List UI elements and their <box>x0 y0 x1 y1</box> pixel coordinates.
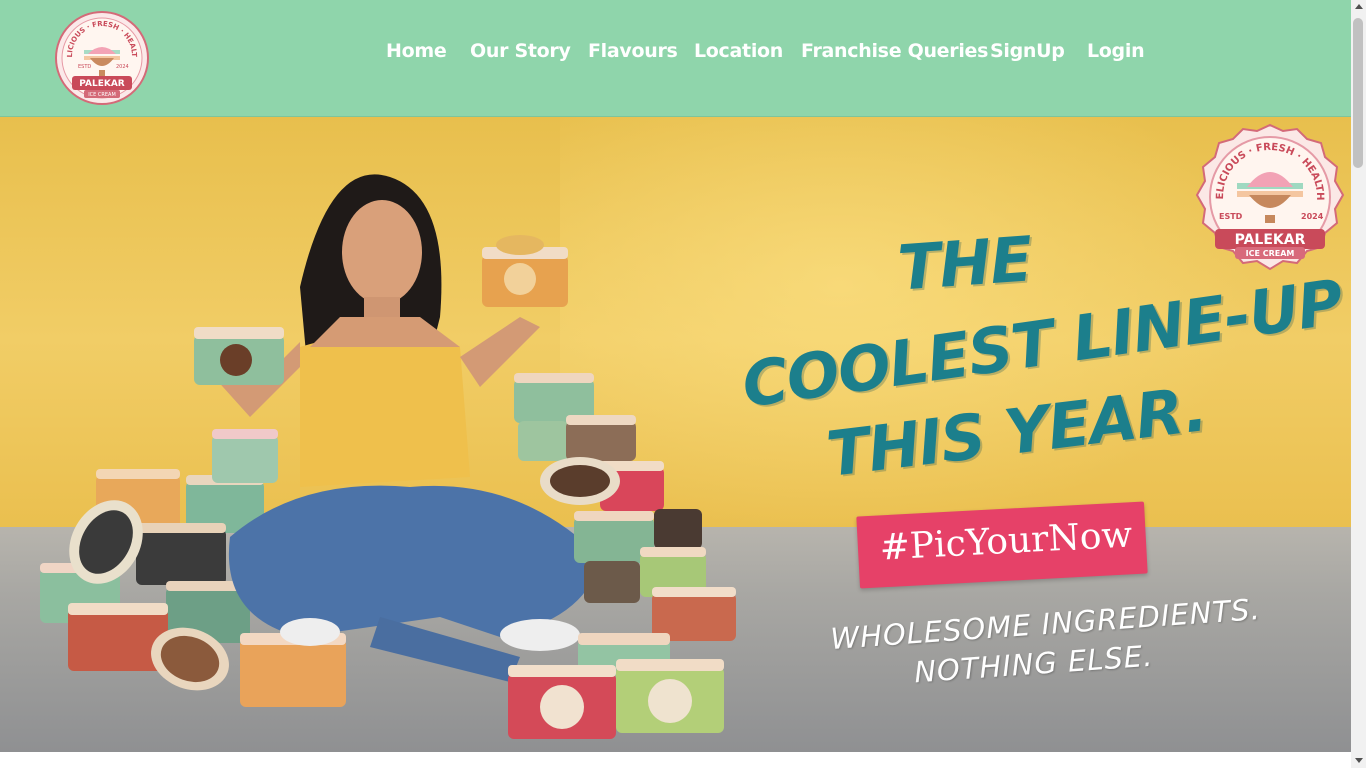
page-content-below-fold <box>0 752 1351 768</box>
brand-seal-icon: DELICIOUS · FRESH · HEALTHY ESTD 2024 PA… <box>1190 117 1345 271</box>
hero-headline-line-1: THE <box>895 222 1034 305</box>
hero-banner: THE COOLEST LINE-UP THIS YEAR. #PicYourN… <box>0 117 1351 752</box>
nav-our-story-link[interactable]: Our Story <box>470 40 571 62</box>
scrollbar-thumb[interactable] <box>1353 18 1363 168</box>
svg-text:ICE CREAM: ICE CREAM <box>88 92 116 98</box>
scroll-down-icon[interactable] <box>1355 758 1363 763</box>
svg-text:PALEKAR: PALEKAR <box>1235 232 1306 248</box>
svg-text:ESTD: ESTD <box>1219 212 1243 221</box>
top-navbar: DELICIOUS · FRESH · HEALTHY ESTD 2024 PA… <box>0 0 1351 117</box>
nav-home-link[interactable]: Home <box>386 40 447 62</box>
main-navigation: Home Our Story Flavours Location Franchi… <box>0 40 1351 72</box>
hero-product-illustration <box>40 174 736 739</box>
nav-signup-link[interactable]: SignUp <box>990 40 1065 62</box>
scroll-up-icon[interactable] <box>1355 4 1363 9</box>
nav-login-link[interactable]: Login <box>1087 40 1145 62</box>
hero-brand-badge: DELICIOUS · FRESH · HEALTHY ESTD 2024 PA… <box>1190 117 1345 273</box>
svg-text:ICE CREAM: ICE CREAM <box>1246 249 1295 258</box>
nav-flavours-link[interactable]: Flavours <box>588 40 678 62</box>
nav-franchise-queries-link[interactable]: Franchise Queries <box>801 40 988 62</box>
svg-text:2024: 2024 <box>1301 212 1324 221</box>
svg-text:PALEKAR: PALEKAR <box>79 79 125 89</box>
nav-location-link[interactable]: Location <box>694 40 783 62</box>
